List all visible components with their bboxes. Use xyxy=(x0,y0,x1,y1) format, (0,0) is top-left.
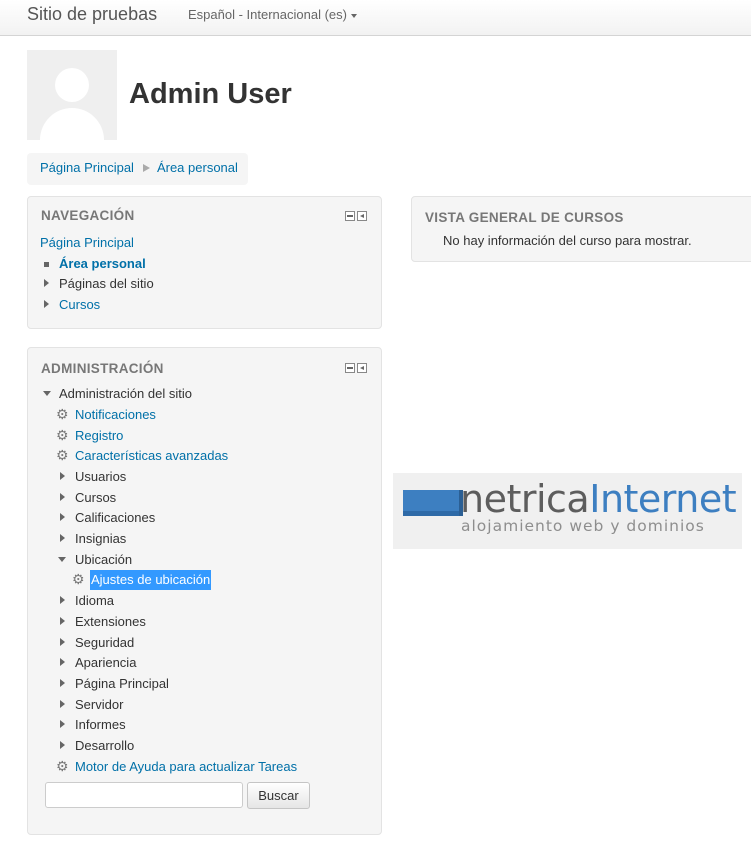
dock-block-icon[interactable] xyxy=(357,363,367,373)
breadcrumb-separator-icon xyxy=(142,164,150,172)
expand-icon xyxy=(60,679,65,687)
gear-icon: ⚙ xyxy=(56,427,69,443)
banner-logo-text: netricaInternet xyxy=(460,477,737,521)
top-navbar: Sitio de pruebas Español - Internacional… xyxy=(0,0,751,36)
expand-icon xyxy=(60,700,65,708)
gear-icon: ⚙ xyxy=(56,406,69,422)
expand-icon xyxy=(60,534,65,542)
breadcrumb-dashboard-link[interactable]: Área personal xyxy=(157,160,238,175)
admin-item-label: Apariencia xyxy=(75,655,137,670)
nav-item-label: Área personal xyxy=(59,256,146,271)
admin-item-label: Notificaciones xyxy=(75,407,156,422)
admin-item-label: Registro xyxy=(75,428,124,443)
expand-icon xyxy=(60,617,65,625)
language-menu[interactable]: Español - Internacional (es) xyxy=(188,7,357,22)
admin-item-label: Usuarios xyxy=(75,469,127,484)
nav-home-link-row: Página Principal xyxy=(40,233,134,253)
expand-icon xyxy=(60,472,65,480)
search-button[interactable]: Buscar xyxy=(247,782,310,809)
banner-name-part2: Internet xyxy=(589,477,737,521)
admin-search-input[interactable] xyxy=(45,782,243,808)
site-name-link[interactable]: Sitio de pruebas xyxy=(27,4,157,25)
course-overview-title: VISTA GENERAL DE CURSOS xyxy=(425,210,624,225)
expand-icon xyxy=(60,596,65,604)
chevron-down-icon xyxy=(350,13,357,18)
expand-icon xyxy=(44,279,49,287)
admin-item-label: Ajustes de ubicación xyxy=(90,570,212,590)
collapse-icon xyxy=(58,557,66,562)
administration-block: ADMINISTRACIÓN Administración del sitio … xyxy=(27,347,382,835)
hide-block-icon[interactable] xyxy=(345,211,355,221)
expand-icon xyxy=(60,720,65,728)
gear-icon: ⚙ xyxy=(56,758,69,774)
nav-item-label: Páginas del sitio xyxy=(59,276,154,291)
avatar[interactable] xyxy=(27,50,117,140)
gear-icon: ⚙ xyxy=(72,571,85,587)
avatar-head-shape xyxy=(55,68,89,102)
expand-icon xyxy=(60,513,65,521)
admin-item-label: Extensiones xyxy=(75,614,146,629)
avatar-body-shape xyxy=(40,108,104,140)
admin-item-label: Idioma xyxy=(75,593,115,608)
admin-item-label: Página Principal xyxy=(75,676,169,691)
logo-bar-shade xyxy=(403,511,459,516)
navigation-block: NAVEGACIÓN Página Principal Área persona… xyxy=(27,196,382,329)
admin-item-label: Informes xyxy=(75,717,126,732)
nav-item-label: Cursos xyxy=(59,297,101,312)
admin-item-label: Motor de Ayuda para actualizar Tareas xyxy=(75,759,298,774)
expand-icon xyxy=(44,300,49,308)
hide-block-icon[interactable] xyxy=(345,363,355,373)
expand-icon xyxy=(60,493,65,501)
admin-item-label: Cursos xyxy=(75,490,117,505)
banner-tagline: alojamiento web y dominios xyxy=(461,517,705,535)
banner-name-part1: netrica xyxy=(460,477,590,521)
nav-home-link[interactable]: Página Principal xyxy=(40,235,134,250)
administration-block-title: ADMINISTRACIÓN xyxy=(41,361,164,376)
netrica-internet-banner[interactable]: netricaInternet alojamiento web y domini… xyxy=(393,473,742,549)
bullet-icon xyxy=(44,262,49,267)
course-overview-block: VISTA GENERAL DE CURSOS No hay informaci… xyxy=(411,196,751,262)
admin-root-label: Administración del sitio xyxy=(59,386,192,401)
dock-block-icon[interactable] xyxy=(357,211,367,221)
admin-item-label: Servidor xyxy=(75,697,124,712)
admin-item-label: Ubicación xyxy=(75,552,133,567)
admin-item-label: Desarrollo xyxy=(75,738,135,753)
page-title: Admin User xyxy=(129,78,292,110)
admin-item-label: Insignias xyxy=(75,531,127,546)
expand-icon xyxy=(60,658,65,666)
language-menu-label: Español - Internacional (es) xyxy=(188,7,347,22)
breadcrumb-home-link[interactable]: Página Principal xyxy=(40,160,134,175)
admin-item-label: Calificaciones xyxy=(75,510,156,525)
gear-icon: ⚙ xyxy=(56,447,69,463)
collapse-icon xyxy=(43,391,51,396)
expand-icon xyxy=(60,638,65,646)
admin-item-label: Seguridad xyxy=(75,635,135,650)
breadcrumb: Página Principal Área personal xyxy=(27,153,248,185)
navigation-block-title: NAVEGACIÓN xyxy=(41,208,135,223)
course-overview-empty-message: No hay información del curso para mostra… xyxy=(443,233,692,248)
expand-icon xyxy=(60,741,65,749)
admin-item-label: Características avanzadas xyxy=(75,448,229,463)
